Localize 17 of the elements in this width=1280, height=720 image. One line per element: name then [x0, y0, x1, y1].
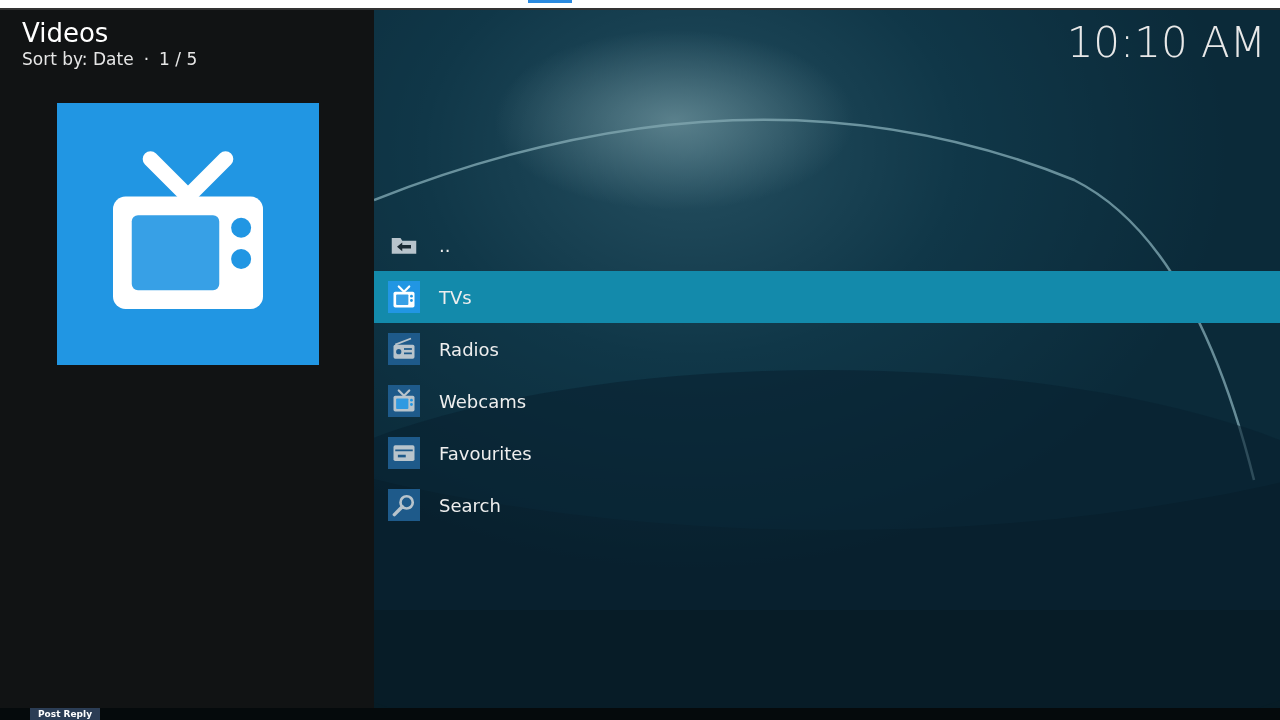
item-label: Webcams	[439, 389, 527, 414]
item-label: TVs	[439, 285, 472, 310]
item-label: Search	[439, 493, 501, 518]
post-reply-button[interactable]: Post Reply	[30, 708, 100, 720]
page-counter: 1 / 5	[159, 48, 198, 70]
list-item[interactable]: Favourites	[374, 427, 1280, 479]
page-title: Videos	[22, 18, 110, 48]
item-label: ..	[439, 233, 451, 258]
clock: 10:10 AM	[1066, 18, 1266, 68]
list-item[interactable]: Radios	[374, 323, 1280, 375]
list-item[interactable]: Search	[374, 479, 1280, 531]
list-item[interactable]: Webcams	[374, 375, 1280, 427]
sort-label: Sort by: Date	[22, 48, 134, 70]
item-label: Radios	[439, 337, 499, 362]
item-label: Favourites	[439, 441, 532, 466]
separator: ·	[143, 48, 150, 70]
list-item[interactable]: ..	[374, 219, 1280, 271]
